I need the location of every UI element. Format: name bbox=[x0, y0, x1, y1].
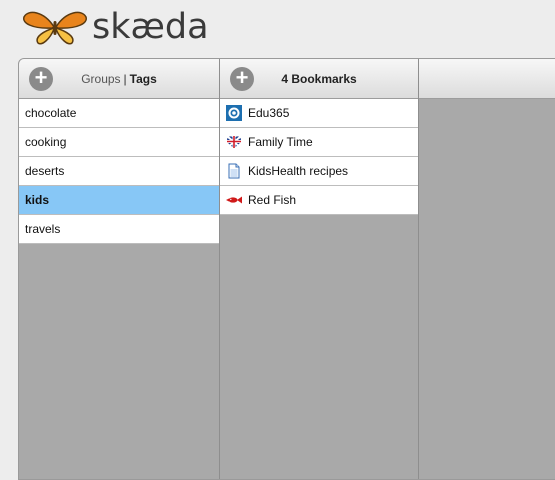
red-fish-icon bbox=[226, 196, 242, 204]
tag-label: kids bbox=[25, 193, 50, 207]
groups-column: + Groups | Tags chocolate cooking desert… bbox=[19, 59, 220, 479]
app-logo[interactable]: skæda bbox=[22, 6, 209, 48]
bookmark-item-edu365[interactable]: Edu365 bbox=[220, 99, 418, 128]
add-bookmark-button[interactable]: + bbox=[230, 67, 254, 91]
bookmarks-count: 4 Bookmarks bbox=[281, 71, 357, 86]
bookmark-label: Red Fish bbox=[248, 193, 297, 207]
detail-header bbox=[419, 59, 555, 99]
groups-header: + Groups | Tags bbox=[19, 59, 219, 99]
detail-column bbox=[419, 59, 555, 479]
plus-icon: + bbox=[235, 65, 249, 90]
uk-flag-heart-icon bbox=[227, 136, 241, 148]
tag-item-chocolate[interactable]: chocolate bbox=[19, 99, 219, 128]
bookmark-item-red-fish[interactable]: Red Fish bbox=[220, 186, 418, 215]
logo-wordmark: skæda bbox=[92, 7, 209, 47]
bookmark-label: KidsHealth recipes bbox=[248, 164, 349, 178]
plus-icon: + bbox=[34, 65, 48, 90]
bookmark-item-kidshealth-recipes[interactable]: KidsHealth recipes bbox=[220, 157, 418, 186]
document-icon bbox=[228, 163, 240, 179]
bookmark-item-family-time[interactable]: Family Time bbox=[220, 128, 418, 157]
tag-label: travels bbox=[25, 222, 61, 236]
tag-item-cooking[interactable]: cooking bbox=[19, 128, 219, 157]
bookmark-label: Edu365 bbox=[248, 106, 290, 120]
columns-browser: + Groups | Tags chocolate cooking desert… bbox=[18, 58, 555, 480]
groups-tab[interactable]: Groups bbox=[81, 72, 120, 86]
bookmarks-header: + 4 Bookmarks bbox=[220, 59, 418, 99]
tags-tab[interactable]: Tags bbox=[130, 72, 157, 86]
tag-label: chocolate bbox=[25, 106, 77, 120]
tag-item-deserts[interactable]: deserts bbox=[19, 157, 219, 186]
bookmark-label: Family Time bbox=[248, 135, 313, 149]
bookmark-list: Edu365 Family Time KidsHealth recipes Re… bbox=[220, 99, 418, 215]
bookmarks-column: + 4 Bookmarks Edu365 Family Time KidsHea… bbox=[220, 59, 419, 479]
tag-label: deserts bbox=[25, 164, 65, 178]
tag-label: cooking bbox=[25, 135, 67, 149]
tag-list: chocolate cooking deserts kids travels bbox=[19, 99, 219, 244]
tag-item-travels[interactable]: travels bbox=[19, 215, 219, 244]
tag-item-kids[interactable]: kids bbox=[19, 186, 219, 215]
butterfly-logo-icon bbox=[23, 11, 87, 45]
add-group-button[interactable]: + bbox=[29, 67, 53, 91]
edu365-favicon-icon bbox=[226, 105, 242, 121]
header-separator: | bbox=[123, 71, 127, 86]
